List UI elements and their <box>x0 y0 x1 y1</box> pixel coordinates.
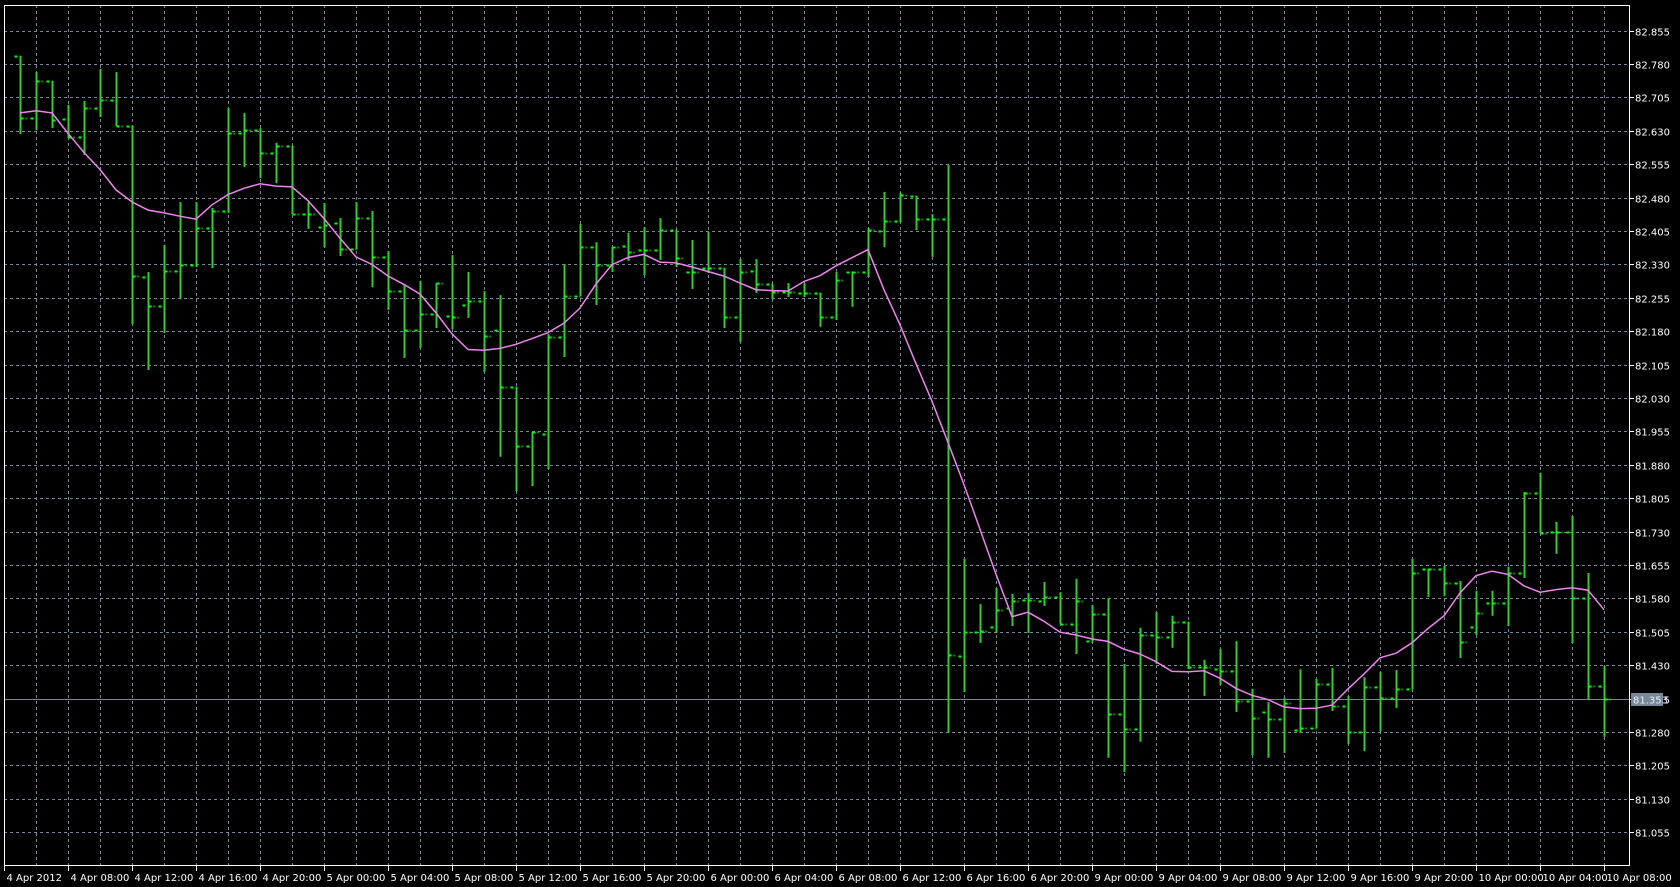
price-tick-label: 81.205 <box>1635 762 1670 773</box>
price-tick-label: 81.430 <box>1635 662 1670 673</box>
price-tick-label: 81.130 <box>1635 796 1670 807</box>
price-tick-label: 82.255 <box>1635 295 1670 306</box>
price-tick-label: 81.805 <box>1635 495 1670 506</box>
price-tick-label: 82.780 <box>1635 61 1670 72</box>
price-chart[interactable]: 82.855 82.780 82.705 82.630 82.555 82.480 82.4… <box>0 0 1680 887</box>
price-tick-label: 81.730 <box>1635 529 1670 540</box>
time-tick-label: 6 Apr 16:00 <box>967 873 1026 884</box>
current-price-label: 81.353 <box>1633 696 1668 707</box>
price-tick-label: 82.105 <box>1635 362 1670 373</box>
price-tick-label: 81.505 <box>1635 629 1670 640</box>
time-tick-label: 4 Apr 2012 <box>7 873 62 884</box>
time-tick-label: 9 Apr 00:00 <box>1095 873 1154 884</box>
time-tick-label: 5 Apr 08:00 <box>455 873 514 884</box>
price-tick-label: 81.880 <box>1635 462 1670 473</box>
time-tick-label: 6 Apr 04:00 <box>775 873 834 884</box>
time-tick-label: 10 Apr 08:00 <box>1607 873 1672 884</box>
time-tick-label: 6 Apr 00:00 <box>711 873 770 884</box>
time-tick-label: 9 Apr 16:00 <box>1351 873 1410 884</box>
time-tick-label: 4 Apr 08:00 <box>71 873 130 884</box>
price-tick-label: 82.405 <box>1635 228 1670 239</box>
time-tick-label: 5 Apr 04:00 <box>391 873 450 884</box>
time-tick-label: 4 Apr 16:00 <box>199 873 258 884</box>
time-tick-label: 9 Apr 12:00 <box>1287 873 1346 884</box>
time-tick-label: 4 Apr 20:00 <box>263 873 322 884</box>
time-tick-label: 4 Apr 12:00 <box>135 873 194 884</box>
time-tick-label: 6 Apr 12:00 <box>903 873 962 884</box>
price-tick-label: 82.180 <box>1635 328 1670 339</box>
time-tick-label: 9 Apr 04:00 <box>1159 873 1218 884</box>
price-tick-label: 81.655 <box>1635 562 1670 573</box>
time-tick-label: 6 Apr 08:00 <box>839 873 898 884</box>
price-tick-label: 82.705 <box>1635 94 1670 105</box>
price-tick-label: 82.630 <box>1635 128 1670 139</box>
price-tick-label: 81.580 <box>1635 595 1670 606</box>
time-tick-label: 9 Apr 08:00 <box>1223 873 1282 884</box>
price-tick-label: 82.555 <box>1635 161 1670 172</box>
price-tick-label: 81.955 <box>1635 428 1670 439</box>
time-tick-label: 5 Apr 16:00 <box>583 873 642 884</box>
price-tick-label: 82.480 <box>1635 195 1670 206</box>
price-tick-label: 81.280 <box>1635 729 1670 740</box>
time-tick-label: 6 Apr 20:00 <box>1031 873 1090 884</box>
price-tick-label: 81.055 <box>1635 829 1670 840</box>
time-tick-label: 9 Apr 20:00 <box>1415 873 1474 884</box>
chart-background <box>0 0 1680 887</box>
time-tick-label: 10 Apr 00:00 <box>1479 873 1544 884</box>
price-tick-label: 82.330 <box>1635 261 1670 272</box>
time-tick-label: 5 Apr 00:00 <box>327 873 386 884</box>
price-tick-label: 82.855 <box>1635 28 1670 39</box>
price-tick-label: 82.030 <box>1635 395 1670 406</box>
time-tick-label: 5 Apr 12:00 <box>519 873 578 884</box>
time-tick-label: 10 Apr 04:00 <box>1543 873 1608 884</box>
time-tick-label: 5 Apr 20:00 <box>647 873 706 884</box>
